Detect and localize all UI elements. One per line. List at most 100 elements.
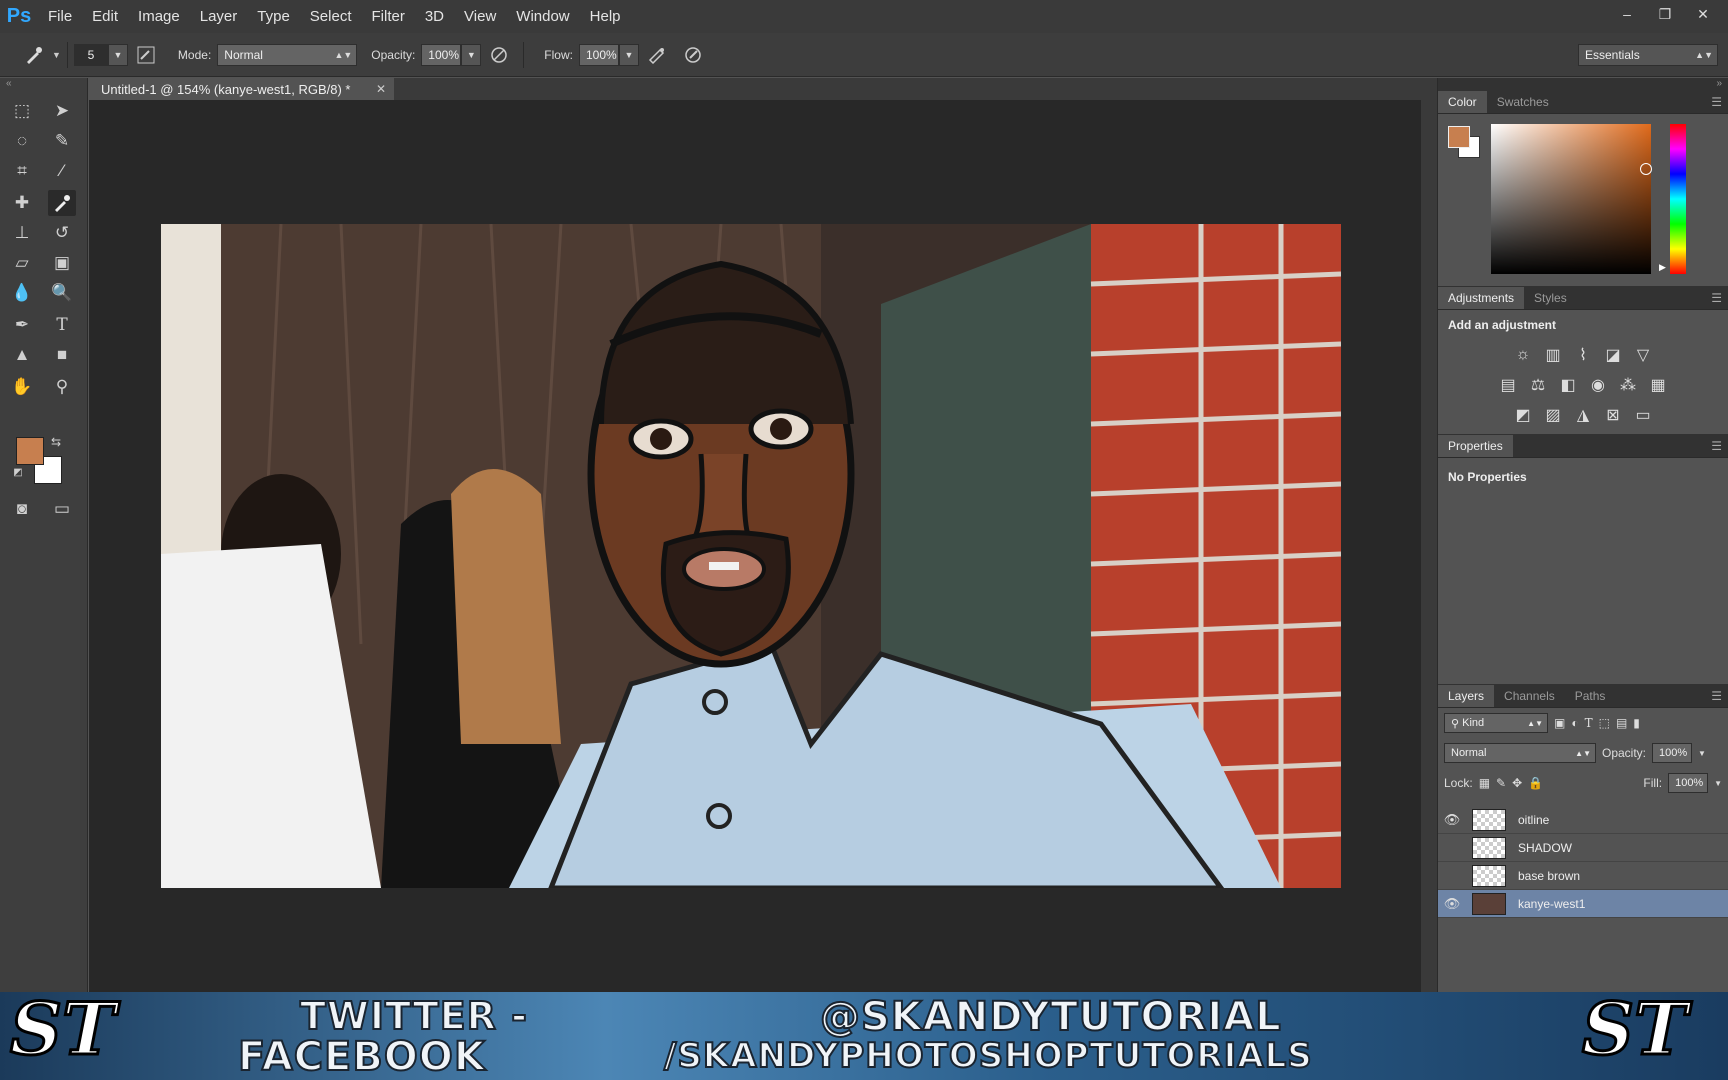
vertical-scrollbar[interactable] bbox=[1421, 100, 1437, 992]
type-tool-icon[interactable]: T bbox=[48, 312, 76, 338]
threshold-icon[interactable]: ◮ bbox=[1573, 405, 1593, 425]
document-tab[interactable]: Untitled-1 @ 154% (kanye-west1, RGB/8) *… bbox=[89, 78, 394, 100]
levels-icon[interactable]: ▥ bbox=[1543, 345, 1563, 365]
eraser-tool-icon[interactable]: ▱ bbox=[8, 250, 36, 276]
layers-panel-menu-icon[interactable]: ☰ bbox=[1711, 689, 1722, 703]
curves-icon[interactable]: ⌇ bbox=[1573, 345, 1593, 365]
layer-row[interactable]: 👁 oitline bbox=[1438, 806, 1728, 834]
visibility-toggle[interactable] bbox=[1438, 868, 1466, 883]
brush-size-field[interactable]: 5 bbox=[73, 43, 108, 66]
layer-opacity-field[interactable]: 100% bbox=[1652, 743, 1693, 763]
close-button[interactable]: ✕ bbox=[1688, 3, 1718, 25]
foreground-color-swatch[interactable] bbox=[16, 437, 44, 465]
quick-selection-tool-icon[interactable]: ✎ bbox=[48, 128, 76, 154]
tab-color[interactable]: Color bbox=[1438, 91, 1487, 113]
history-brush-tool-icon[interactable]: ↺ bbox=[48, 220, 76, 246]
visibility-eye-icon[interactable]: 👁 bbox=[1438, 896, 1466, 912]
gradient-map-icon[interactable]: ▭ bbox=[1633, 405, 1653, 425]
path-selection-tool-icon[interactable]: ▲ bbox=[8, 342, 36, 368]
restore-button[interactable]: ❐ bbox=[1650, 3, 1680, 25]
blur-tool-icon[interactable]: 💧 bbox=[8, 280, 36, 306]
rectangle-tool-icon[interactable]: ■ bbox=[48, 342, 76, 368]
tab-layers[interactable]: Layers bbox=[1438, 685, 1495, 707]
blend-mode-select[interactable]: Normal ▲▼ bbox=[1444, 743, 1596, 763]
color-panel-menu-icon[interactable]: ☰ bbox=[1711, 95, 1722, 109]
lock-all-icon[interactable]: 🔒 bbox=[1528, 776, 1543, 790]
filter-pixel-icon[interactable]: ▣ bbox=[1554, 716, 1565, 730]
brush-size-dropdown-icon[interactable]: ▼ bbox=[107, 43, 128, 66]
tab-styles[interactable]: Styles bbox=[1524, 287, 1577, 309]
pen-tool-icon[interactable]: ✒ bbox=[8, 312, 36, 338]
hue-slider[interactable] bbox=[1670, 124, 1686, 274]
preset-dropdown-arrow-icon[interactable]: ▼ bbox=[52, 50, 61, 60]
exposure-icon[interactable]: ◪ bbox=[1603, 345, 1623, 365]
clone-stamp-tool-icon[interactable]: ⊥ bbox=[8, 220, 36, 246]
image-canvas[interactable] bbox=[161, 224, 1341, 888]
posterize-icon[interactable]: ▨ bbox=[1543, 405, 1563, 425]
filter-smart-object-icon[interactable]: ▤ bbox=[1616, 716, 1627, 730]
menu-edit[interactable]: Edit bbox=[82, 0, 128, 33]
pressure-size-icon[interactable] bbox=[681, 43, 705, 67]
hue-slider-marker-icon[interactable]: ▶ bbox=[1659, 262, 1666, 273]
zoom-tool-icon[interactable]: ⚲ bbox=[48, 374, 76, 400]
screen-mode-icon[interactable]: ▭ bbox=[48, 496, 76, 522]
photo-filter-icon[interactable]: ◉ bbox=[1588, 375, 1608, 395]
filter-adjustment-icon[interactable]: ◐ bbox=[1571, 716, 1578, 730]
tab-channels[interactable]: Channels bbox=[1494, 685, 1565, 707]
black-white-icon[interactable]: ◧ bbox=[1558, 375, 1578, 395]
menu-view[interactable]: View bbox=[454, 0, 506, 33]
menu-filter[interactable]: Filter bbox=[362, 0, 415, 33]
layer-filter-select[interactable]: ⚲ Kind ▲▼ bbox=[1444, 713, 1548, 733]
hand-tool-icon[interactable]: ✋ bbox=[8, 374, 36, 400]
crop-tool-icon[interactable]: ⌗ bbox=[8, 158, 36, 184]
menu-3d[interactable]: 3D bbox=[415, 0, 454, 33]
properties-panel-menu-icon[interactable]: ☰ bbox=[1711, 439, 1722, 453]
workspace-switcher[interactable]: Essentials ▲▼ bbox=[1578, 43, 1718, 66]
tab-properties[interactable]: Properties bbox=[1438, 435, 1513, 457]
marquee-tool-icon[interactable]: ⬚ bbox=[8, 98, 36, 124]
lock-position-icon[interactable]: ✥ bbox=[1512, 776, 1522, 790]
default-colors-icon[interactable]: ◩ bbox=[10, 464, 26, 480]
pressure-opacity-icon[interactable] bbox=[487, 43, 511, 67]
opacity-dropdown-icon[interactable]: ▼ bbox=[461, 43, 482, 66]
gradient-tool-icon[interactable]: ▣ bbox=[48, 250, 76, 276]
mode-select[interactable]: Normal ▲▼ bbox=[217, 43, 358, 66]
flow-dropdown-icon[interactable]: ▼ bbox=[618, 43, 639, 66]
invert-icon[interactable]: ◩ bbox=[1513, 405, 1533, 425]
eyedropper-tool-icon[interactable]: ⁄ bbox=[48, 158, 76, 184]
filter-type-icon[interactable]: T bbox=[1585, 716, 1593, 730]
brush-tool-preset-icon[interactable] bbox=[22, 43, 46, 67]
brush-tool-icon[interactable] bbox=[48, 190, 76, 216]
fill-field[interactable]: 100% bbox=[1668, 773, 1709, 793]
brush-panel-toggle-icon[interactable] bbox=[134, 43, 158, 67]
layer-row[interactable]: 👁 kanye-west1 bbox=[1438, 890, 1728, 918]
color-lookup-icon[interactable]: ▦ bbox=[1648, 375, 1668, 395]
menu-select[interactable]: Select bbox=[300, 0, 362, 33]
channel-mixer-icon[interactable]: ⁂ bbox=[1618, 375, 1638, 395]
color-balance-icon[interactable]: ⚖ bbox=[1528, 375, 1548, 395]
menu-image[interactable]: Image bbox=[128, 0, 190, 33]
layer-row[interactable]: SHADOW bbox=[1438, 834, 1728, 862]
tab-adjustments[interactable]: Adjustments bbox=[1438, 287, 1525, 309]
selective-color-icon[interactable]: ⊠ bbox=[1603, 405, 1623, 425]
layer-opacity-dropdown-icon[interactable]: ▼ bbox=[1698, 749, 1706, 758]
dodge-tool-icon[interactable]: 🔍 bbox=[48, 280, 76, 306]
fill-dropdown-icon[interactable]: ▼ bbox=[1714, 779, 1722, 788]
menu-window[interactable]: Window bbox=[506, 0, 579, 33]
flow-field[interactable]: 100% bbox=[578, 43, 619, 66]
color-picker-field[interactable] bbox=[1491, 124, 1652, 274]
tab-swatches[interactable]: Swatches bbox=[1487, 91, 1559, 113]
vibrance-icon[interactable]: ▽ bbox=[1633, 345, 1653, 365]
filter-toggle-icon[interactable]: ▮ bbox=[1633, 716, 1640, 730]
color-panel-foreground-swatch[interactable] bbox=[1448, 126, 1470, 148]
airbrush-icon[interactable] bbox=[645, 43, 669, 67]
tab-paths[interactable]: Paths bbox=[1565, 685, 1616, 707]
menu-type[interactable]: Type bbox=[247, 0, 300, 33]
hue-saturation-icon[interactable]: ▤ bbox=[1498, 375, 1518, 395]
visibility-toggle[interactable] bbox=[1438, 840, 1466, 855]
opacity-field[interactable]: 100% bbox=[421, 43, 462, 66]
menu-file[interactable]: File bbox=[38, 0, 82, 33]
layer-row[interactable]: base brown bbox=[1438, 862, 1728, 890]
close-document-icon[interactable]: ✕ bbox=[376, 82, 386, 96]
brightness-contrast-icon[interactable]: ☼ bbox=[1513, 345, 1533, 365]
